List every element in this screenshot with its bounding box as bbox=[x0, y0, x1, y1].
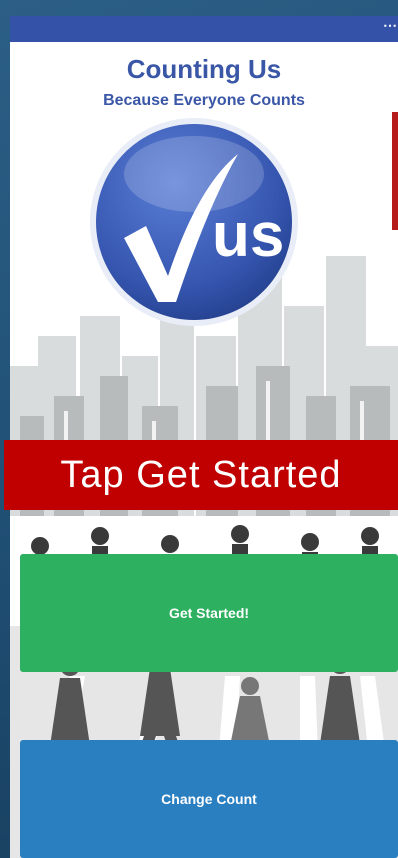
red-edge-strip bbox=[392, 112, 398, 230]
change-count-button[interactable]: Change Count bbox=[20, 740, 398, 858]
logo-text: us bbox=[212, 201, 284, 270]
instruction-banner: Tap Get Started bbox=[4, 440, 398, 510]
phone-screen: ⋯ Counting Us Because Everyone Counts us… bbox=[10, 16, 398, 858]
app-subtitle: Because Everyone Counts bbox=[103, 92, 305, 109]
checkmark-us-logo: us bbox=[90, 118, 298, 326]
menu-dots-icon[interactable]: ⋯ bbox=[383, 18, 397, 32]
app-title: Counting Us bbox=[126, 54, 282, 84]
status-bar: ⋯ bbox=[10, 16, 398, 42]
get-started-button[interactable]: Get Started! bbox=[20, 554, 398, 672]
